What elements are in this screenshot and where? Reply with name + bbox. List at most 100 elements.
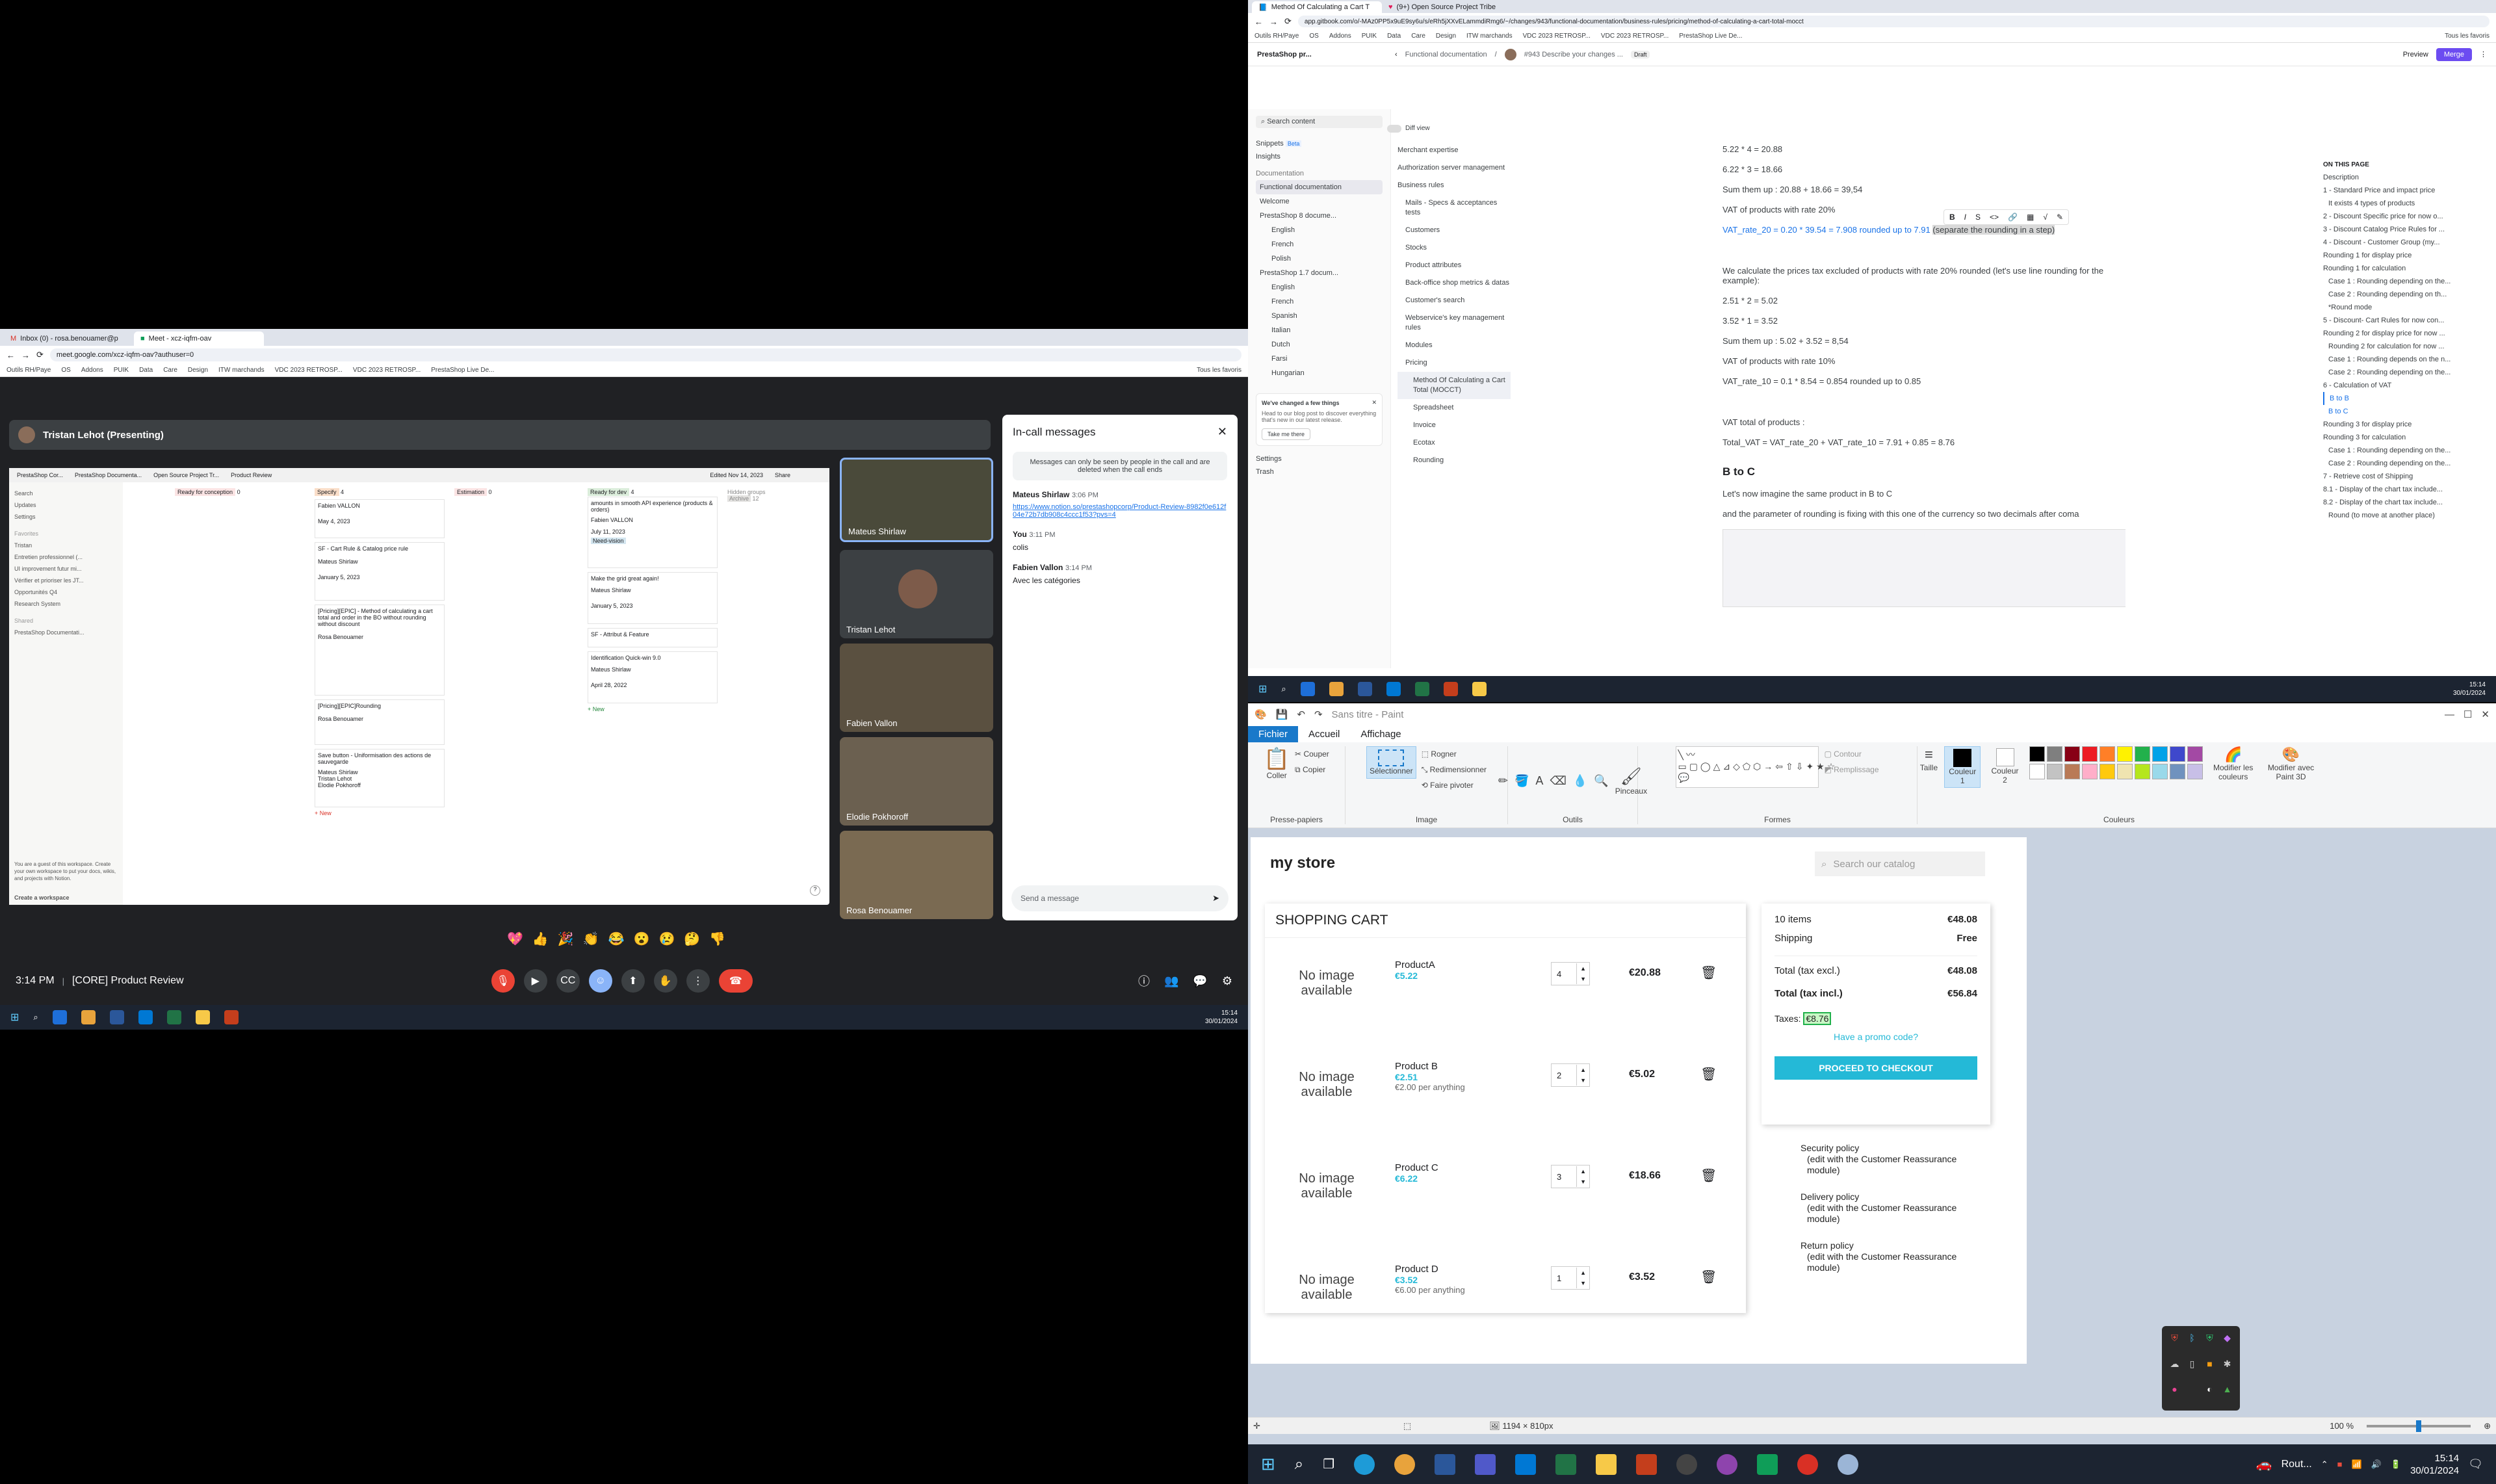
reaction-button[interactable]: 💖 xyxy=(507,931,523,947)
code-icon[interactable]: <> xyxy=(1990,213,1999,222)
bookmark[interactable]: Outils RH/Paye xyxy=(1254,33,1299,40)
bookmark[interactable]: VDC 2023 RETROSP... xyxy=(275,367,343,374)
picker-icon[interactable]: 💧 xyxy=(1573,774,1587,788)
tree-item-active[interactable]: Method Of Calculating a Cart Total (MOCC… xyxy=(1398,372,1511,399)
toc-item[interactable]: 5 - Discount- Cart Rules for now con... xyxy=(2323,314,2479,327)
nav-lang-french[interactable]: French xyxy=(1256,294,1383,309)
link-icon[interactable]: 🔗 xyxy=(2008,213,2018,222)
tree-item[interactable]: Modules xyxy=(1398,337,1511,354)
close-icon[interactable]: ✕ xyxy=(1217,425,1227,439)
edge-icon[interactable] xyxy=(1354,1453,1375,1475)
remplissage-button[interactable]: ◩ Remplissage xyxy=(1824,762,1878,777)
nav-settings[interactable]: Settings xyxy=(1256,446,1383,465)
chat-link[interactable]: https://www.notion.so/prestashopcorp/Pro… xyxy=(1013,503,1227,519)
tray-icon[interactable]: ● xyxy=(2168,1384,2181,1404)
text-icon[interactable]: A xyxy=(1535,774,1543,788)
app-icon[interactable] xyxy=(195,1010,210,1024)
reaction-button[interactable]: 👎 xyxy=(709,931,725,947)
toc-item[interactable]: 6 - Calculation of VAT xyxy=(2323,379,2479,392)
change-request-title[interactable]: #943 Describe your changes ... xyxy=(1524,51,1623,59)
quantity-stepper[interactable]: 4 ▲ ▼ xyxy=(1551,962,1590,985)
tray-icon[interactable]: ■ xyxy=(2337,1459,2343,1469)
app-icon[interactable] xyxy=(109,1010,124,1024)
redimensionner-button[interactable]: ⤡ Redimensionner xyxy=(1422,762,1487,777)
paint-icon[interactable] xyxy=(1838,1453,1859,1475)
app-icon[interactable] xyxy=(224,1010,239,1024)
merge-button[interactable]: Merge xyxy=(2436,47,2472,61)
all-bookmarks[interactable]: Tous les favoris xyxy=(2445,33,2490,40)
tab-gitbook[interactable]: 📘 Method Of Calculating a Cart T xyxy=(1252,1,1382,13)
nav-lang-polish[interactable]: Polish xyxy=(1256,252,1383,266)
app-icon[interactable] xyxy=(1357,682,1372,696)
app-icon[interactable] xyxy=(1386,682,1401,696)
tree-item[interactable]: Ecotax xyxy=(1398,434,1511,452)
toc-item[interactable]: *Round mode xyxy=(2323,301,2479,314)
bookmark[interactable]: Data xyxy=(1387,33,1401,40)
bookmark[interactable]: PrestaShop Live De... xyxy=(431,367,494,374)
nav-lang-dutch[interactable]: Dutch xyxy=(1256,337,1383,352)
bookmark[interactable]: Data xyxy=(139,367,153,374)
reaction-button[interactable]: 👏 xyxy=(583,931,599,947)
shapes-gallery[interactable]: ╲〰▭▢◯△⊿◇⬠⬡→⇦⇧⇩✦★☆💬 xyxy=(1676,746,1835,788)
meet-url-field[interactable]: meet.google.com/xcz-iqfm-oav?authuser=0 xyxy=(49,348,1242,361)
color-swatch[interactable] xyxy=(2099,746,2115,762)
reaction-button[interactable]: 😮 xyxy=(634,931,650,947)
weather-icon[interactable]: 🚗 xyxy=(2256,1456,2272,1472)
emoji-button[interactable]: ☺ xyxy=(588,969,612,993)
nav-welcome[interactable]: Welcome xyxy=(1256,194,1383,209)
toc-item[interactable]: It exists 4 types of products xyxy=(2323,197,2479,210)
bookmark[interactable]: VDC 2023 RETROSP... xyxy=(1601,33,1669,40)
toc-item[interactable]: B to C xyxy=(2323,405,2479,418)
tree-item[interactable]: Back-office shop metrics & datas xyxy=(1398,274,1511,292)
color2-button[interactable]: Couleur 2 xyxy=(1987,746,2022,787)
nav-lang-italian[interactable]: Italian xyxy=(1256,323,1383,337)
toc-item-active[interactable]: B to B xyxy=(2323,392,2479,405)
search-input[interactable]: ⌕ Search content xyxy=(1256,116,1383,128)
all-bookmarks[interactable]: Tous les favoris xyxy=(1197,367,1242,374)
color-swatch[interactable] xyxy=(2187,764,2203,779)
participant-tile[interactable]: Elodie Pokhoroff xyxy=(840,737,993,826)
color-swatch[interactable] xyxy=(2116,764,2133,779)
eraser-icon[interactable]: ⌫ xyxy=(1550,774,1566,788)
close-icon[interactable]: ✕ xyxy=(1372,399,1377,406)
undo-icon[interactable]: ↶ xyxy=(1297,709,1305,720)
tree-item[interactable]: Business rules xyxy=(1398,177,1511,194)
people-icon[interactable]: 👥 xyxy=(1164,974,1178,988)
tab-fichier[interactable]: Fichier xyxy=(1248,725,1299,742)
delete-icon[interactable]: 🗑 xyxy=(1700,965,1717,981)
tab-meet[interactable]: ■ Meet - xcz-iqfm-oav xyxy=(134,332,264,346)
bookmark[interactable]: Care xyxy=(1411,33,1425,40)
toc-item[interactable]: Rounding 3 for display price xyxy=(2323,418,2479,431)
outlook-icon[interactable] xyxy=(1515,1453,1537,1475)
tray-icon[interactable]: ⛨ xyxy=(2168,1333,2181,1353)
quantity-stepper[interactable]: 3 ▲ ▼ xyxy=(1551,1165,1590,1188)
toc-item[interactable]: 1 - Standard Price and impact price xyxy=(2323,184,2479,197)
zoom-in-icon[interactable]: ⊕ xyxy=(2484,1421,2491,1431)
toc-item[interactable]: 8.2 - Display of the chart tax include..… xyxy=(2323,496,2479,509)
windows-start-icon[interactable]: ⊞ xyxy=(1258,683,1267,696)
activities-icon[interactable]: ⚙ xyxy=(1222,974,1232,988)
tree-item[interactable]: Customers xyxy=(1398,222,1511,239)
color-swatch[interactable] xyxy=(2046,764,2062,779)
bookmark[interactable]: Outils RH/Paye xyxy=(6,367,51,374)
close-icon[interactable]: ✕ xyxy=(2481,709,2490,720)
color-swatch[interactable] xyxy=(2064,764,2080,779)
color-swatch[interactable] xyxy=(2029,746,2045,762)
zoom-slider[interactable] xyxy=(2367,1420,2471,1432)
reaction-button[interactable]: 😢 xyxy=(658,931,675,947)
product-name[interactable]: Product C xyxy=(1395,1162,1438,1173)
sheets-icon[interactable] xyxy=(1757,1453,1778,1475)
tray-icon[interactable]: ☁ xyxy=(2168,1359,2181,1379)
toc-item[interactable]: 4 - Discount - Customer Group (my... xyxy=(2323,236,2479,249)
comment-icon[interactable]: ✎ xyxy=(2057,213,2063,222)
gitbook-url-field[interactable]: app.gitbook.com/o/-MAz0PP5x9uE9sy6u/s/eR… xyxy=(1297,16,2490,27)
color-swatch[interactable] xyxy=(2134,764,2150,779)
powerpoint-icon[interactable] xyxy=(1636,1453,1658,1475)
redo-icon[interactable]: ↷ xyxy=(1314,709,1323,720)
bookmark[interactable]: ITW marchands xyxy=(218,367,265,374)
color-swatch[interactable] xyxy=(2152,764,2168,779)
tree-item[interactable]: Spreadsheet xyxy=(1398,399,1511,417)
pencil-icon[interactable]: ✏ xyxy=(1498,774,1508,788)
excel-icon[interactable] xyxy=(1555,1453,1577,1475)
mic-off-button[interactable]: 🎙 xyxy=(491,969,515,993)
